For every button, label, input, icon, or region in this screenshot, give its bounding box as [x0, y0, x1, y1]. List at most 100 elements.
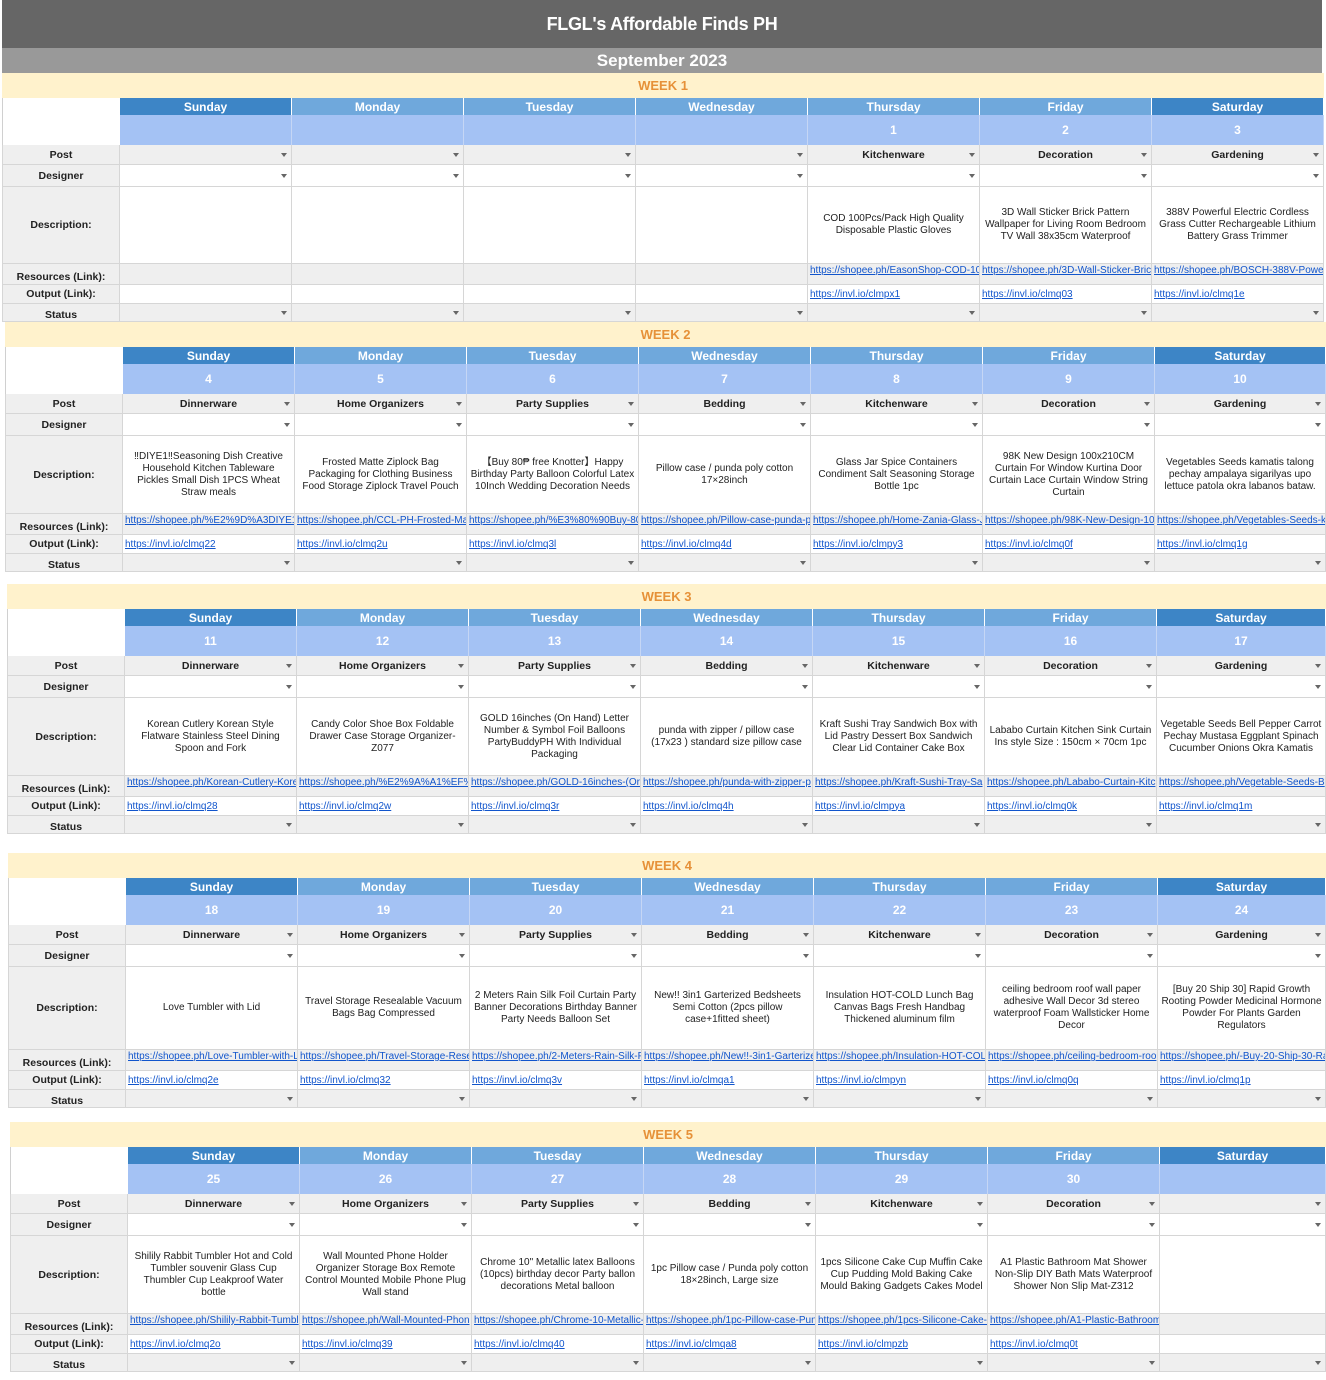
- status-select[interactable]: [641, 816, 813, 834]
- post-category-select[interactable]: [464, 145, 636, 165]
- chevron-down-icon[interactable]: [803, 1096, 809, 1101]
- chevron-down-icon[interactable]: [1315, 953, 1321, 958]
- chevron-down-icon[interactable]: [1147, 1096, 1153, 1101]
- chevron-down-icon[interactable]: [631, 953, 637, 958]
- chevron-down-icon[interactable]: [461, 1222, 467, 1227]
- resources-link[interactable]: https://shopee.ph/2-Meters-Rain-Silk-F: [470, 1050, 642, 1071]
- output-link[interactable]: https://invl.io/clmqa1: [642, 1071, 814, 1090]
- chevron-down-icon[interactable]: [456, 401, 462, 406]
- post-category-select[interactable]: Gardening: [1157, 656, 1326, 676]
- designer-select[interactable]: [1158, 945, 1326, 967]
- status-select[interactable]: [1155, 554, 1326, 572]
- output-link[interactable]: https://invl.io/clmpzb: [816, 1335, 988, 1354]
- output-link[interactable]: https://invl.io/clmq3v: [470, 1071, 642, 1090]
- status-select[interactable]: [469, 816, 641, 834]
- designer-select[interactable]: [128, 1214, 300, 1236]
- post-category-select[interactable]: Decoration: [983, 394, 1155, 414]
- post-category-select[interactable]: Party Supplies: [472, 1194, 644, 1214]
- post-category-select[interactable]: Kitchenware: [808, 145, 980, 165]
- designer-select[interactable]: [469, 676, 641, 698]
- status-select[interactable]: [988, 1354, 1160, 1372]
- chevron-down-icon[interactable]: [1315, 1222, 1321, 1227]
- resources-link[interactable]: https://shopee.ph/3D-Wall-Sticker-Bric: [980, 264, 1152, 285]
- designer-select[interactable]: [636, 165, 808, 187]
- resources-link[interactable]: https://shopee.ph/%E3%80%90Buy-80: [467, 514, 639, 535]
- chevron-down-icon[interactable]: [456, 560, 462, 565]
- resources-link[interactable]: https://shopee.ph/Love-Tumbler-with-L: [126, 1050, 298, 1071]
- resources-link[interactable]: https://shopee.ph/1pc-Pillow-case-Pun: [644, 1314, 816, 1335]
- chevron-down-icon[interactable]: [1141, 152, 1147, 157]
- designer-select[interactable]: [464, 165, 636, 187]
- chevron-down-icon[interactable]: [969, 152, 975, 157]
- output-link[interactable]: https://invl.io/clmq4h: [641, 797, 813, 816]
- post-category-select[interactable]: Party Supplies: [469, 656, 641, 676]
- chevron-down-icon[interactable]: [284, 560, 290, 565]
- resources-link[interactable]: https://shopee.ph/GOLD-16inches-(Or: [469, 776, 641, 797]
- resources-link[interactable]: https://shopee.ph/A1-Plastic-Bathroom: [988, 1314, 1160, 1335]
- post-category-select[interactable]: Bedding: [641, 656, 813, 676]
- post-category-select[interactable]: Dinnerware: [126, 925, 298, 945]
- chevron-down-icon[interactable]: [461, 1360, 467, 1365]
- post-category-select[interactable]: Dinnerware: [123, 394, 295, 414]
- chevron-down-icon[interactable]: [1144, 401, 1150, 406]
- chevron-down-icon[interactable]: [1315, 1360, 1321, 1365]
- chevron-down-icon[interactable]: [286, 684, 292, 689]
- chevron-down-icon[interactable]: [972, 422, 978, 427]
- status-select[interactable]: [125, 816, 297, 834]
- post-category-select[interactable]: Bedding: [639, 394, 811, 414]
- output-link[interactable]: https://invl.io/clmq28: [125, 797, 297, 816]
- designer-select[interactable]: [980, 165, 1152, 187]
- status-select[interactable]: [1152, 304, 1324, 322]
- output-link[interactable]: https://invl.io/clmq2o: [128, 1335, 300, 1354]
- chevron-down-icon[interactable]: [458, 822, 464, 827]
- designer-select[interactable]: [470, 945, 642, 967]
- chevron-down-icon[interactable]: [1313, 310, 1319, 315]
- chevron-down-icon[interactable]: [281, 310, 287, 315]
- chevron-down-icon[interactable]: [802, 663, 808, 668]
- chevron-down-icon[interactable]: [969, 173, 975, 178]
- designer-select[interactable]: [292, 165, 464, 187]
- post-category-select[interactable]: Party Supplies: [467, 394, 639, 414]
- chevron-down-icon[interactable]: [1147, 932, 1153, 937]
- output-link[interactable]: https://invl.io/clmq3l: [467, 535, 639, 554]
- status-select[interactable]: [297, 816, 469, 834]
- chevron-down-icon[interactable]: [286, 822, 292, 827]
- chevron-down-icon[interactable]: [797, 152, 803, 157]
- designer-select[interactable]: [985, 676, 1157, 698]
- chevron-down-icon[interactable]: [1141, 173, 1147, 178]
- chevron-down-icon[interactable]: [977, 1201, 983, 1206]
- resources-link[interactable]: https://shopee.ph/Vegetables-Seeds-k: [1155, 514, 1326, 535]
- post-category-select[interactable]: Kitchenware: [813, 656, 985, 676]
- output-link[interactable]: https://invl.io/clmq40: [472, 1335, 644, 1354]
- designer-select[interactable]: [298, 945, 470, 967]
- status-select[interactable]: [636, 304, 808, 322]
- chevron-down-icon[interactable]: [633, 1201, 639, 1206]
- chevron-down-icon[interactable]: [977, 1222, 983, 1227]
- status-select[interactable]: [1158, 1090, 1326, 1108]
- resources-link[interactable]: https://shopee.ph/98K-New-Design-10: [983, 514, 1155, 535]
- chevron-down-icon[interactable]: [800, 422, 806, 427]
- chevron-down-icon[interactable]: [974, 684, 980, 689]
- chevron-down-icon[interactable]: [1149, 1360, 1155, 1365]
- output-link[interactable]: https://invl.io/clmq1g: [1155, 535, 1326, 554]
- status-select[interactable]: [811, 554, 983, 572]
- output-link[interactable]: https://invl.io/clmq2w: [297, 797, 469, 816]
- output-link[interactable]: https://invl.io/clmq0k: [985, 797, 1157, 816]
- designer-select[interactable]: [300, 1214, 472, 1236]
- designer-select[interactable]: [1157, 676, 1326, 698]
- post-category-select[interactable]: Bedding: [642, 925, 814, 945]
- post-category-select[interactable]: [292, 145, 464, 165]
- designer-select[interactable]: [123, 414, 295, 436]
- output-link[interactable]: https://invl.io/clmpyn: [814, 1071, 986, 1090]
- chevron-down-icon[interactable]: [802, 684, 808, 689]
- designer-select[interactable]: [120, 165, 292, 187]
- designer-select[interactable]: [639, 414, 811, 436]
- designer-select[interactable]: [295, 414, 467, 436]
- chevron-down-icon[interactable]: [281, 152, 287, 157]
- output-link[interactable]: https://invl.io/clmpya: [813, 797, 985, 816]
- output-link[interactable]: https://invl.io/clmq22: [123, 535, 295, 554]
- status-select[interactable]: [464, 304, 636, 322]
- designer-select[interactable]: [126, 945, 298, 967]
- chevron-down-icon[interactable]: [1313, 173, 1319, 178]
- designer-select[interactable]: [811, 414, 983, 436]
